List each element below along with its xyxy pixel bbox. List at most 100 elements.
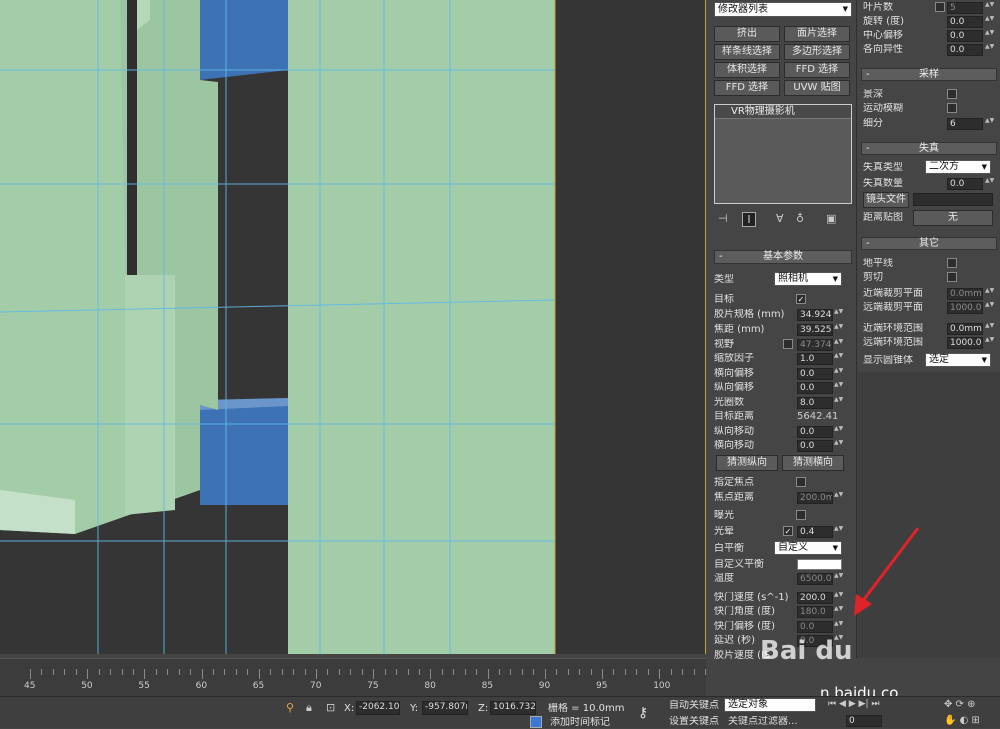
guess-vertical-button[interactable]: 猜测纵向 <box>716 455 778 471</box>
modifier-button-uvw-map[interactable]: UVW 贴图 <box>784 80 850 96</box>
rotation-spinner[interactable]: ▲▼ <box>985 16 994 28</box>
fov-checkbox[interactable] <box>783 339 793 349</box>
horizon-checkbox[interactable] <box>947 258 957 268</box>
h-shift-field[interactable]: 0.0 <box>797 368 833 380</box>
track-bar[interactable]: 45 50 55 60 65 70 75 80 85 90 95 100 <box>0 658 706 696</box>
modifier-button-ffd-select[interactable]: FFD 选择 <box>784 62 850 78</box>
f-number-spinner[interactable]: ▲▼ <box>834 397 843 409</box>
temperature-field[interactable]: 6500.0 <box>797 573 833 585</box>
dof-checkbox[interactable] <box>947 89 957 99</box>
blades-spinner[interactable]: ▲▼ <box>985 2 994 14</box>
auto-key-button[interactable]: 自动关键点 <box>669 700 719 712</box>
modifier-stack[interactable]: VR物理摄影机 <box>714 104 852 204</box>
near-clip-field[interactable]: 0.0mm <box>947 288 983 300</box>
shutter-speed-field[interactable]: 200.0 <box>797 592 833 604</box>
lens-file-button[interactable]: 镜头文件 <box>863 192 909 208</box>
make-unique-icon[interactable]: ∀ <box>776 212 784 225</box>
far-clip-field[interactable]: 1000.0 <box>947 302 983 314</box>
f-number-field[interactable]: 8.0 <box>797 397 833 409</box>
distortion-map-button[interactable]: 无 <box>913 210 993 226</box>
vignetting-field[interactable]: 0.4 <box>797 526 833 538</box>
subdivs-spinner[interactable]: ▲▼ <box>985 118 994 130</box>
near-clip-spinner[interactable]: ▲▼ <box>985 288 994 300</box>
absolute-mode-icon[interactable]: ⊡ <box>326 701 335 714</box>
white-balance-dropdown[interactable]: 自定义 ▼ <box>774 541 842 555</box>
center-bias-field[interactable]: 0.0 <box>947 30 983 42</box>
modifier-button-ffd-select-2[interactable]: FFD 选择 <box>714 80 780 96</box>
anisotropy-spinner[interactable]: ▲▼ <box>985 44 994 56</box>
lock-icon[interactable]: 🔒︎ <box>306 701 312 715</box>
show-end-result-icon[interactable]: I <box>742 212 756 227</box>
zoom-factor-spinner[interactable]: ▲▼ <box>834 353 843 365</box>
misc-header[interactable]: - 其它 <box>861 237 997 250</box>
focus-distance-spinner[interactable]: ▲▼ <box>834 492 843 504</box>
center-bias-spinner[interactable]: ▲▼ <box>985 30 994 42</box>
current-frame-field[interactable]: 0 <box>846 715 882 727</box>
key-icon[interactable]: ⚷ <box>638 705 648 721</box>
anisotropy-field[interactable]: 0.0 <box>947 44 983 56</box>
distortion-type-dropdown[interactable]: 二次方 ▼ <box>925 160 991 174</box>
lens-file-field[interactable] <box>913 193 993 206</box>
add-time-tag[interactable]: 添加时间标记 <box>550 717 610 729</box>
camera-type-dropdown[interactable]: 照相机 ▼ <box>774 272 842 286</box>
z-coord-field[interactable]: 1016.732m <box>490 701 536 715</box>
pin-stack-icon[interactable]: ⊣ <box>718 212 728 225</box>
selection-lock-icon[interactable]: ⚲ <box>286 701 294 714</box>
modifier-button-poly-select[interactable]: 多边形选择 <box>784 44 850 60</box>
specify-focus-checkbox[interactable] <box>796 477 806 487</box>
display-cone-dropdown[interactable]: 选定 ▼ <box>925 353 991 367</box>
v-tilt-field[interactable]: 0.0 <box>797 426 833 438</box>
h-shift-spinner[interactable]: ▲▼ <box>834 368 843 380</box>
shutter-offset-spinner[interactable]: ▲▼ <box>834 621 843 633</box>
distortion-header[interactable]: - 失真 <box>861 142 997 155</box>
near-env-spinner[interactable]: ▲▼ <box>985 323 994 335</box>
modifier-button-spline-select[interactable]: 样条线选择 <box>714 44 780 60</box>
vignetting-checkbox[interactable]: ✓ <box>783 526 793 536</box>
x-coord-field[interactable]: -2062.107 <box>356 701 400 715</box>
rotation-field[interactable]: 0.0 <box>947 16 983 28</box>
far-env-spinner[interactable]: ▲▼ <box>985 337 994 349</box>
motion-blur-checkbox[interactable] <box>947 103 957 113</box>
stack-item[interactable]: VR物理摄影机 <box>715 105 851 119</box>
fov-field[interactable]: 47.374 <box>797 339 833 351</box>
time-tag-icon[interactable] <box>530 716 542 728</box>
guess-horizontal-button[interactable]: 猜测横向 <box>782 455 844 471</box>
remove-modifier-icon[interactable]: ♁ <box>796 212 804 225</box>
distortion-amount-field[interactable]: 0.0 <box>947 178 983 190</box>
viewport-nav-icons-2[interactable]: ✋ ◐ ⊞ <box>944 715 980 726</box>
focus-distance-field[interactable]: 200.0m <box>797 492 833 504</box>
perspective-viewport[interactable] <box>0 0 706 654</box>
film-gate-spinner[interactable]: ▲▼ <box>834 309 843 321</box>
v-tilt-spinner[interactable]: ▲▼ <box>834 426 843 438</box>
configure-sets-icon[interactable]: ▣ <box>826 212 836 225</box>
subdivs-field[interactable]: 6 <box>947 118 983 130</box>
film-gate-field[interactable]: 34.924 <box>797 309 833 321</box>
distortion-amount-spinner[interactable]: ▲▼ <box>985 178 994 190</box>
focal-length-field[interactable]: 39.525 <box>797 324 833 336</box>
near-env-field[interactable]: 0.0mm <box>947 323 983 335</box>
v-shift-field[interactable]: 0.0 <box>797 382 833 394</box>
shutter-angle-field[interactable]: 180.0 <box>797 606 833 618</box>
modifier-list-dropdown[interactable]: 修改器列表 ▼ <box>714 2 852 17</box>
clipping-checkbox[interactable] <box>947 272 957 282</box>
blades-checkbox[interactable] <box>935 2 945 12</box>
sampling-header[interactable]: - 采样 <box>861 68 997 81</box>
modifier-button-extrude[interactable]: 挤出 <box>714 26 780 42</box>
focal-length-spinner[interactable]: ▲▼ <box>834 324 843 336</box>
h-tilt-spinner[interactable]: ▲▼ <box>834 440 843 452</box>
playback-controls[interactable]: ⏮ ◀ ▶ ▶| ⏭ <box>828 699 879 709</box>
selection-set-dropdown[interactable]: 选定对象 <box>724 698 816 712</box>
h-tilt-field[interactable]: 0.0 <box>797 440 833 452</box>
custom-balance-swatch[interactable] <box>797 559 842 570</box>
viewport-nav-icons[interactable]: ✥ ⟳ ⊕ <box>944 699 976 710</box>
modifier-button-patch-select[interactable]: 面片选择 <box>784 26 850 42</box>
zoom-factor-field[interactable]: 1.0 <box>797 353 833 365</box>
far-clip-spinner[interactable]: ▲▼ <box>985 302 994 314</box>
fov-spinner[interactable]: ▲▼ <box>834 339 843 351</box>
far-env-field[interactable]: 1000.0 <box>947 337 983 349</box>
shutter-offset-field[interactable]: 0.0 <box>797 621 833 633</box>
basic-params-header[interactable]: - 基本参数 <box>714 250 852 264</box>
set-key-button[interactable]: 设置关键点 <box>669 716 719 728</box>
key-filters-button[interactable]: 关键点过滤器... <box>728 716 798 728</box>
y-coord-field[interactable]: -957.807m <box>422 701 468 715</box>
